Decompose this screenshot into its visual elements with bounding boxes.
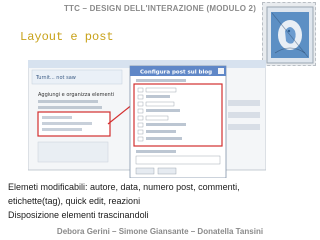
blogger-layout-screenshot: Turnit... not saw Aggiungi e organizza e… xyxy=(27,59,267,179)
caption-line-1: Elemeti modificabili: autore, data, nume… xyxy=(8,182,240,192)
back-window-label: Turnit... not saw xyxy=(35,75,76,81)
back-window-heading: Aggiungi e organizza elementi xyxy=(38,92,114,98)
caption-line-3: Disposizione elementi trascinandoli xyxy=(8,210,149,220)
dialog-title: Configura post sul blog xyxy=(140,70,212,76)
postage-stamp-image xyxy=(262,2,316,66)
caption-line-2: etichette(tag), quick edit, reazioni xyxy=(8,196,141,206)
slide-title: Layout e post xyxy=(20,30,114,44)
slide-footer: Debora Gerini – Simone Giansante – Donat… xyxy=(56,227,264,236)
